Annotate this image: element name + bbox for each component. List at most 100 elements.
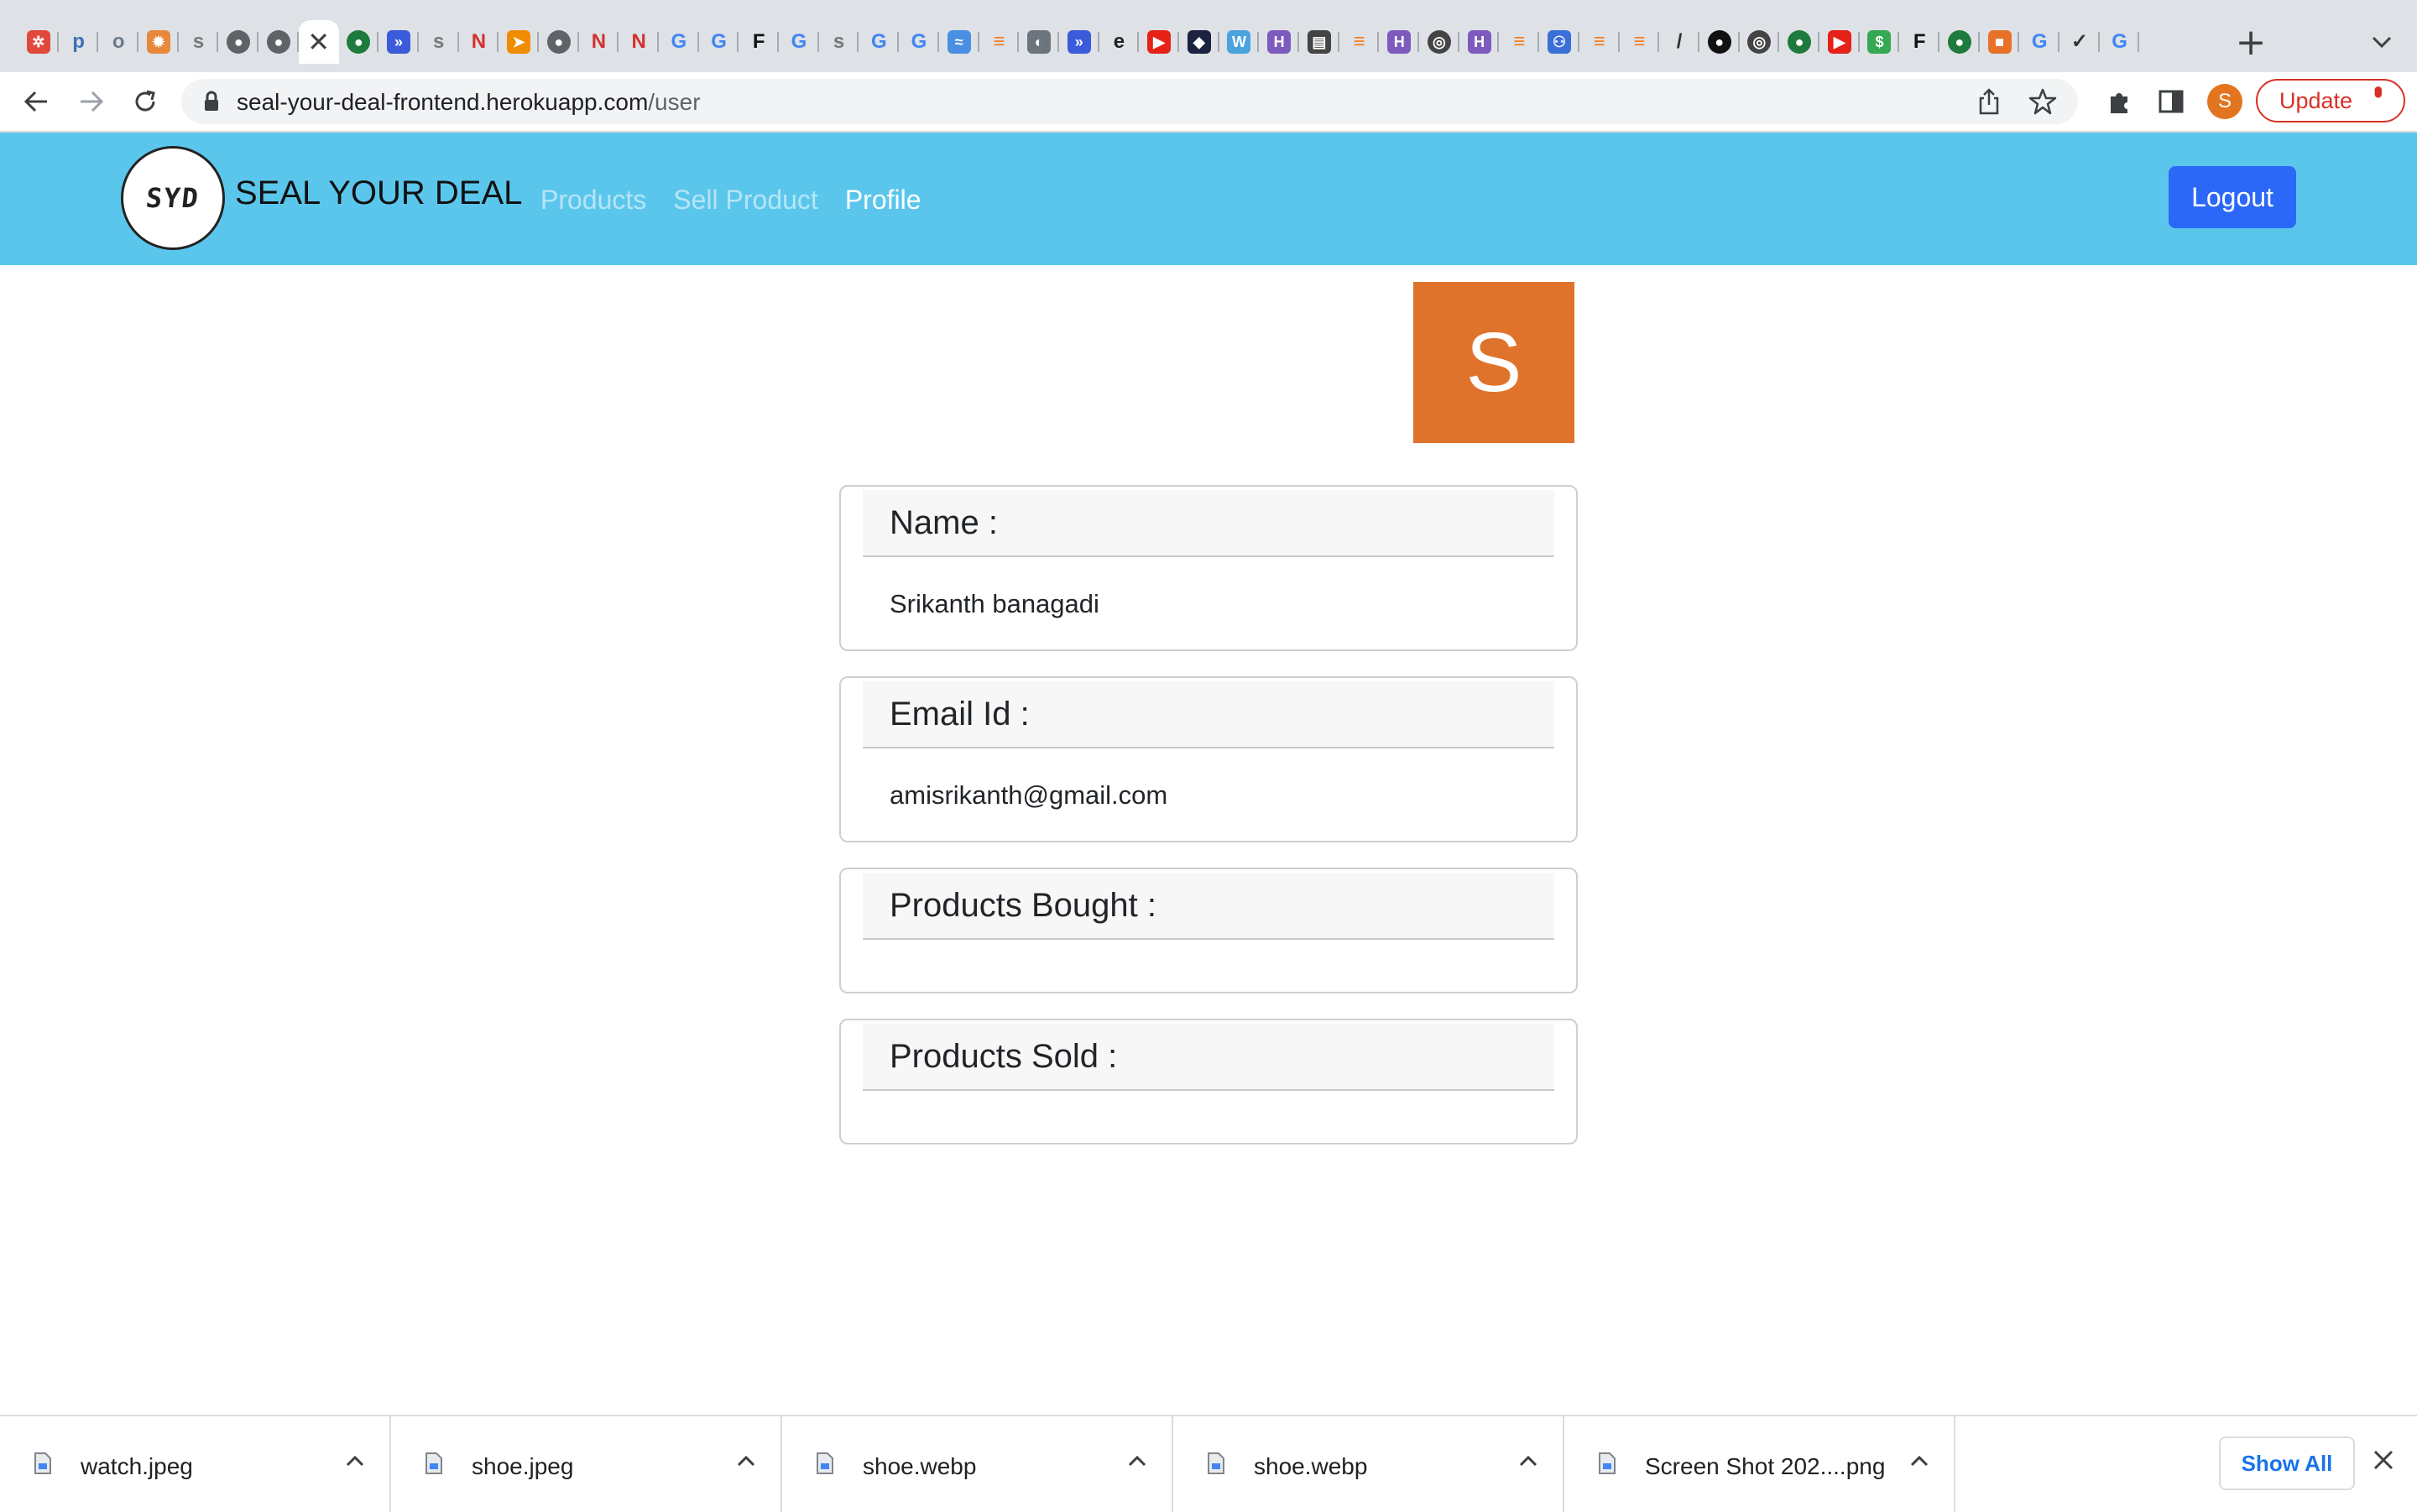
browser-tab[interactable]: ▶ [1819,20,1860,64]
browser-tab[interactable]: ✕ [298,20,339,64]
nav-link-products[interactable]: Products [540,185,646,216]
w-icon: W [1227,30,1251,54]
extensions-puzzle-icon[interactable] [2098,81,2140,123]
chevron-up-icon[interactable] [737,1455,755,1471]
syd-logo[interactable]: SYD [121,146,225,250]
browser-tab[interactable]: F [1899,20,1939,64]
f-icon: F [752,30,765,53]
chevron-up-icon[interactable] [346,1455,364,1471]
bookmark-star-icon[interactable] [2028,86,2058,121]
close-icon[interactable] [2372,1448,2395,1476]
browser-tab[interactable]: ● [258,20,299,64]
browser-tab[interactable]: ● [1939,20,1980,64]
chevron-up-icon[interactable] [1128,1455,1146,1471]
logout-button[interactable]: Logout [2169,166,2296,228]
browser-tab[interactable]: p [59,20,99,64]
browser-tab[interactable]: ≡ [979,20,1020,64]
browser-tab[interactable]: s [179,20,219,64]
google-icon: G [2031,30,2048,53]
browser-tab[interactable]: ◎ [1740,20,1780,64]
browser-tab[interactable]: G [899,20,939,64]
google-icon: G [911,30,927,53]
browser-tab[interactable]: N [579,20,619,64]
show-all-downloads-button[interactable]: Show All [2219,1436,2355,1490]
new-tab-button[interactable]: + [2231,21,2271,64]
chevron-up-icon[interactable] [1910,1455,1929,1471]
mongodb-leaf-icon: ● [1947,30,1971,54]
address-bar[interactable]: seal-your-deal-frontend.herokuapp.com/us… [181,79,2078,124]
lock-icon[interactable] [203,91,220,117]
browser-tab[interactable]: G [659,20,699,64]
download-item[interactable]: shoe.webp [782,1416,1173,1512]
browser-tab[interactable]: ≡ [1339,20,1380,64]
more-menu-icon[interactable]: ••• [2364,86,2392,92]
browser-tab[interactable]: G [779,20,819,64]
h-icon: H [1387,30,1412,54]
browser-tab[interactable]: ≡ [1579,20,1620,64]
products-sold-card: Products Sold : [839,1019,1578,1144]
products-bought-label: Products Bought : [863,873,1554,940]
browser-tab[interactable]: ◎ [1419,20,1459,64]
browser-tab[interactable]: ▤ [1299,20,1339,64]
browser-tab[interactable]: / [1659,20,1699,64]
chevron-up-icon[interactable] [1519,1455,1537,1471]
people-icon: ⚇ [1547,30,1571,54]
browser-tab[interactable]: N [619,20,659,64]
browser-tab[interactable]: $ [1860,20,1900,64]
nav-link-sell-product[interactable]: Sell Product [673,185,818,216]
browser-tab[interactable]: H [1259,20,1299,64]
browser-tab[interactable]: ≈ [939,20,979,64]
update-label: Update [2279,87,2353,113]
browser-tab[interactable]: ✲ [18,20,59,64]
tab-search-chevron-icon[interactable] [2365,25,2399,59]
browser-tab[interactable]: ≡ [1499,20,1540,64]
browser-tab[interactable]: G [2100,20,2140,64]
share-icon[interactable] [1974,86,2004,121]
forward-arrow-icon[interactable] [70,81,112,123]
nav-link-profile[interactable]: Profile [845,185,921,216]
update-button[interactable]: Update ••• [2256,79,2405,123]
browser-tab[interactable]: ➤ [499,20,539,64]
browser-tab[interactable]: ● [339,20,379,64]
browser-tab[interactable]: G [699,20,739,64]
browser-tab[interactable]: ▶ [1139,20,1179,64]
browser-tab[interactable]: F [739,20,780,64]
browser-tab[interactable]: ■ [1980,20,2020,64]
browser-tab[interactable]: ✓ [2059,20,2100,64]
back-arrow-icon[interactable] [15,81,57,123]
browser-tab[interactable]: ● [1779,20,1819,64]
side-panel-icon[interactable] [2150,81,2192,123]
download-item[interactable]: Screen Shot 202....png [1564,1416,1955,1512]
browser-tab[interactable]: ◐ [1019,20,1059,64]
browser-tab[interactable]: e [1099,20,1140,64]
browser-tab[interactable]: ● [1699,20,1740,64]
browser-profile-avatar[interactable]: S [2207,84,2242,119]
browser-tab[interactable]: ≡ [1620,20,1660,64]
syd-icon: s [433,30,445,53]
browser-tab[interactable]: s [819,20,859,64]
syd-icon: s [833,30,845,53]
browser-tab[interactable]: H [1459,20,1500,64]
browser-tab[interactable]: H [1379,20,1420,64]
browser-tab[interactable]: W [1219,20,1260,64]
browser-tab[interactable]: o [98,20,139,64]
browser-tab[interactable]: ✹ [138,20,179,64]
browser-tab[interactable]: » [378,20,419,64]
browser-tab[interactable]: G [2019,20,2060,64]
browser-tab[interactable]: s [419,20,459,64]
url-text[interactable]: seal-your-deal-frontend.herokuapp.com/us… [237,89,701,116]
browser-tab[interactable]: ● [539,20,579,64]
download-item[interactable]: shoe.jpeg [391,1416,782,1512]
browser-tab[interactable]: N [459,20,499,64]
tab-separator [2138,32,2140,52]
reload-icon[interactable] [124,81,166,123]
browser-tab[interactable]: G [859,20,900,64]
browser-tab[interactable]: ● [218,20,259,64]
browser-tab[interactable]: ⚇ [1539,20,1579,64]
mongodb-leaf-icon: ● [1788,30,1812,54]
browser-tab[interactable]: » [1059,20,1099,64]
browser-tab[interactable]: ◆ [1179,20,1219,64]
download-item[interactable]: watch.jpeg [0,1416,391,1512]
brand-name[interactable]: SEAL YOUR DEAL [235,175,522,212]
download-item[interactable]: shoe.webp [1173,1416,1564,1512]
